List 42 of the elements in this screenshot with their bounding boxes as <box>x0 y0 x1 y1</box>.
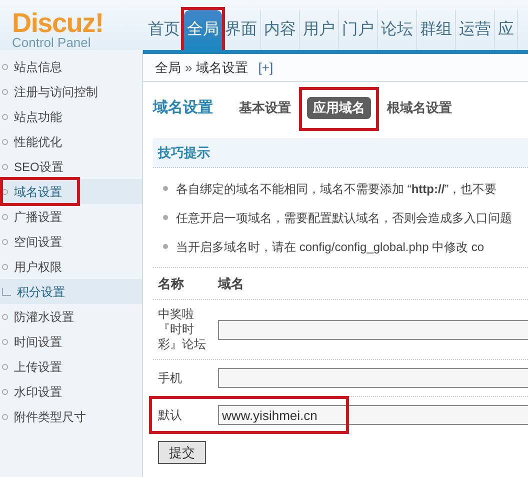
sidebar-item[interactable]: 站点信息 <box>0 54 142 79</box>
sidebar-item[interactable]: 性能优化 <box>0 129 142 154</box>
sidebar-item[interactable]: 站点功能 <box>0 104 142 129</box>
breadcrumb-current: 域名设置 <box>196 58 248 77</box>
bullet-icon <box>163 244 168 249</box>
sub-tab[interactable]: 应用域名 <box>307 97 371 119</box>
logo-subtitle: Control Panel <box>12 36 92 50</box>
breadcrumb-separator: » <box>185 58 192 77</box>
page-title: 域名设置 <box>153 98 213 118</box>
sidebar-item[interactable]: 水印设置 <box>0 379 142 404</box>
text-input[interactable] <box>218 368 528 388</box>
tip-text: 各自绑定的域名不能相同，域名不需要添加 “http://”，也不要 <box>176 180 497 198</box>
logo: Discuz! <box>12 10 104 36</box>
row-label: 中奖啦『时时彩』论坛 <box>158 307 207 352</box>
sidebar-item[interactable]: 时间设置 <box>0 329 142 354</box>
sidebar-item[interactable]: 附件类型尺寸 <box>0 404 142 429</box>
bullet-icon <box>163 186 168 191</box>
tip-text: 当开启多域名时，请在 config/config_global.php 中修改 co <box>176 238 484 256</box>
sidebar-item[interactable]: 防灌水设置 <box>0 304 142 329</box>
text-input[interactable] <box>218 320 528 340</box>
row-label: 手机 <box>158 370 183 386</box>
row-label: 默认 <box>158 408 183 422</box>
tip-text: 任意开启一项域名，需要配置默认域名，否则会造成多入口问题 <box>176 210 512 226</box>
sidebar-item[interactable]: 上传设置 <box>0 354 142 379</box>
add-shortcut-link[interactable]: [+] <box>258 58 274 78</box>
text-input[interactable]: www.yisihmei.cn <box>218 405 528 425</box>
tips-title: 技巧提示 <box>158 144 210 162</box>
sidebar-item[interactable]: 注册与访问控制 <box>0 79 142 104</box>
breadcrumb-link[interactable]: 全局 <box>155 58 181 78</box>
sidebar-item[interactable]: 空间设置 <box>0 229 142 254</box>
sidebar-item[interactable]: 广播设置 <box>0 204 142 229</box>
nav-tab[interactable]: 全局 <box>184 10 222 50</box>
sub-tab[interactable]: 基本设置 <box>239 98 291 118</box>
sidebar-item[interactable]: SEO设置 <box>0 154 142 179</box>
sidebar-item[interactable]: 用户权限 <box>0 254 142 279</box>
submit-button[interactable]: 提交 <box>158 441 206 464</box>
sidebar-item[interactable]: 域名设置 <box>0 179 142 204</box>
sub-tab[interactable]: 根域名设置 <box>387 98 452 118</box>
column-header: 域名 <box>218 274 244 293</box>
bullet-icon <box>163 215 168 220</box>
sidebar-item[interactable]: 积分设置 <box>0 279 142 304</box>
column-header: 名称 <box>158 274 185 293</box>
